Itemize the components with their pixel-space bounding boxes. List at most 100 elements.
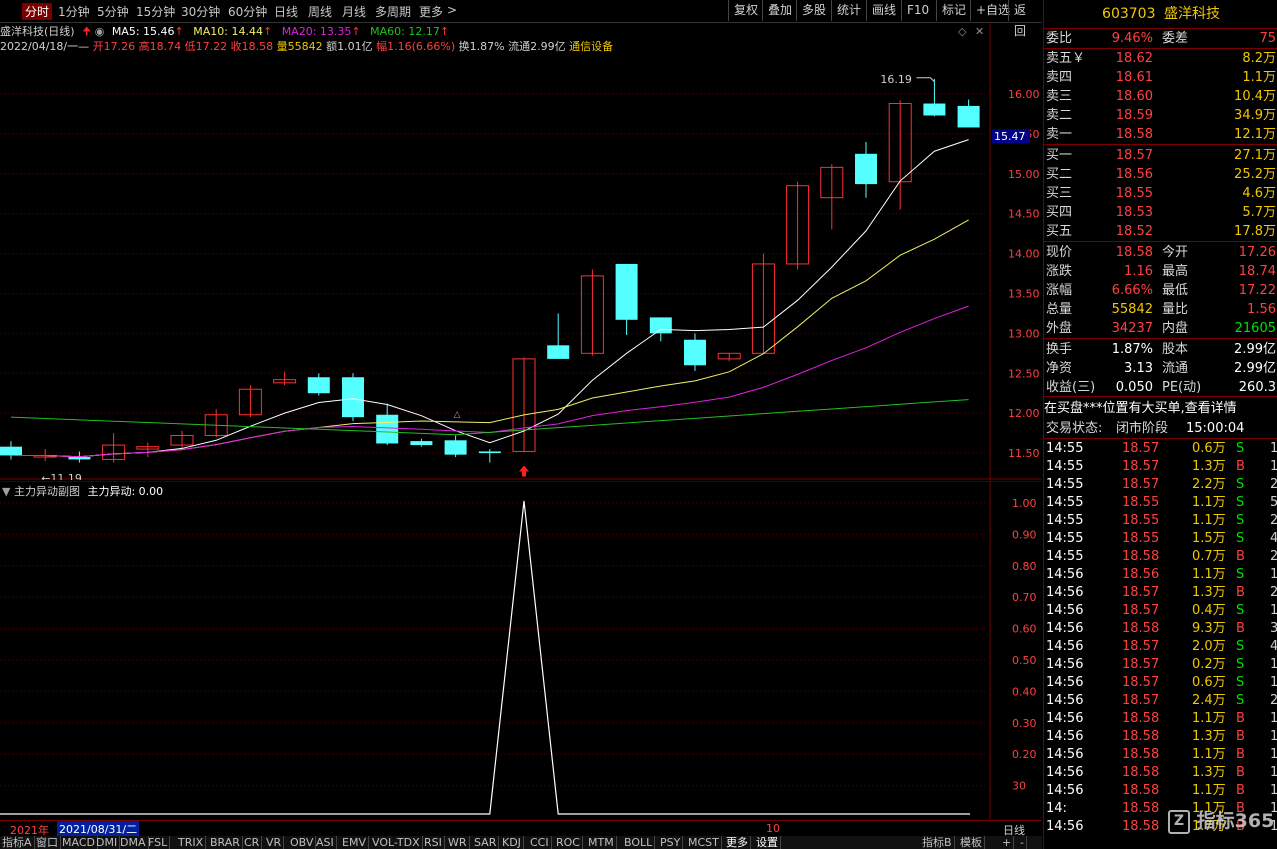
indicator-tab-18[interactable]: CCI [528,836,552,849]
sell-level-row[interactable]: 卖二 18.59 34.9万 [1044,106,1277,125]
buy-level-row[interactable]: 买四 18.53 5.7万 [1044,203,1277,222]
period-tab-daily[interactable]: 日线 [274,3,298,20]
sell-level-row[interactable]: 卖三 18.60 10.4万 [1044,87,1277,106]
period-tab-weekly[interactable]: 周线 [308,3,332,20]
tick-volume: 1.5万 [1192,531,1226,546]
sell-level-row[interactable]: 卖五￥ 18.62 8.2万 [1044,49,1277,68]
info-turnover: 换1.87% [458,40,505,53]
level-label: 卖二 [1046,108,1073,123]
mark-button[interactable]: 标记 [936,0,971,21]
level-volume: 8.2万 [1242,51,1276,66]
fundamental-row[interactable]: 净资 3.13 流通 2.99亿 [1044,359,1277,378]
zoom-in-icon[interactable]: + [1000,836,1015,849]
diamond-icon[interactable]: ◇ [958,25,966,38]
period-tab-monthly[interactable]: 月线 [342,3,366,20]
indicator-toggle-icon[interactable]: ▼ [2,485,10,498]
period-tab-1min[interactable]: 1分钟 [58,3,90,20]
period-tab-5min[interactable]: 5分钟 [97,3,129,20]
indicator-tab-19[interactable]: ROC [554,836,583,849]
indicator-tab-8[interactable]: CR [242,836,263,849]
indicator-tab-13[interactable]: VOL-TDX [370,836,423,849]
tick-volume: 0.6万 [1192,675,1226,690]
period-tab-60min[interactable]: 60分钟 [228,3,267,20]
indicator-tab-3[interactable]: DMI [94,836,121,849]
indicator-tab-7[interactable]: BRAR [208,836,243,849]
indicator-tab-23[interactable]: MCST [686,836,722,849]
indicator-tab-4[interactable]: DMA [118,836,149,849]
indicator-tab-15[interactable]: WR [446,836,470,849]
f10-button[interactable]: F10 [901,0,934,21]
stock-code: 603703 [1102,6,1156,22]
draw-line-button[interactable]: 画线 [866,0,901,21]
quote-label: 内盘 [1162,321,1189,336]
quote-row[interactable]: 涨跌 1.16 最高 18.74 [1044,262,1277,281]
quote-value: 6.66% [1111,283,1153,298]
multi-stock-button[interactable]: 多股 [796,0,831,21]
back-button[interactable]: 返回 [1008,0,1042,38]
tick-count: 1 [1270,441,1277,456]
quote-label: 外盘 [1046,321,1073,336]
period-tab-30min[interactable]: 30分钟 [181,3,220,20]
chevron-right-icon[interactable]: > [447,3,457,17]
overlay-button[interactable]: 叠加 [762,0,797,21]
tick-volume: 1.1万 [1192,711,1226,726]
settings-circle-icon[interactable]: ◉ [95,25,105,38]
indicator-tab-22[interactable]: PSY [658,836,684,849]
tick-time: 14:55 [1046,549,1084,564]
quote-row[interactable]: 外盘 34237 内盘 21605 [1044,319,1277,338]
quote-row[interactable]: 现价 18.58 今开 17.26 [1044,243,1277,262]
quote-row[interactable]: 涨幅 6.66% 最低 17.22 [1044,281,1277,300]
stats-button[interactable]: 统计 [831,0,866,21]
indicator-tab-24[interactable]: 更多 [724,836,751,849]
tick-volume: 0.2万 [1192,657,1226,672]
indicator-tab-0[interactable]: 指标A [0,836,35,849]
price-gridlines [0,93,988,454]
tick-count: 1 [1270,783,1277,798]
fundamental-row[interactable]: 收益(三) 0.050 PE(动) 260.3 [1044,378,1277,397]
level-price: 18.53 [1115,205,1153,220]
indicator-tab-1[interactable]: 窗口 [34,836,61,849]
indicator-tab-10[interactable]: OBV [288,836,317,849]
indicator-tab-6[interactable]: TRIX [176,836,207,849]
candle-body [68,457,91,460]
big-order-notice[interactable]: 在买盘***位置有大买单,查看详情 [1044,399,1277,418]
indicator-tab-14[interactable]: RSI [422,836,445,849]
indicator-tab-2[interactable]: MACD [60,836,98,849]
indicator-tab-21[interactable]: BOLL [622,836,656,849]
high-arrow-icon [916,77,935,83]
indicator-tab-26[interactable]: 指标B [920,836,955,849]
quote-row[interactable]: 总量 55842 量比 1.56 [1044,300,1277,319]
period-tab-multi[interactable]: 多周期 [375,3,411,20]
zoom-out-icon[interactable]: - [1018,836,1027,849]
tick-direction: S [1236,657,1245,672]
tick-row: 14:56 18.58 1.1万 B 1 [1044,782,1277,800]
indicator-chart[interactable]: 1.00 0.90 0.80 0.70 0.60 0.50 0.40 0.30 0.20 30 [0,481,1042,819]
indicator-tab-11[interactable]: ASI [314,836,337,849]
sell-level-row[interactable]: 卖一 18.58 12.1万 [1044,125,1277,144]
buy-level-row[interactable]: 买一 18.57 27.1万 [1044,146,1277,165]
close-icon[interactable]: ✕ [975,25,984,38]
fundamental-row[interactable]: 换手 1.87% 股本 2.99亿 [1044,340,1277,359]
indicator-tab-25[interactable]: 设置 [754,836,781,849]
candlestick-chart[interactable]: 16.0015.5015.0014.5014.0013.5013.0012.50… [0,22,1042,480]
candle-body [478,451,501,454]
indicator-tab-20[interactable]: MTM [586,836,617,849]
info-float: 流通2.99亿 [508,40,566,53]
indicator-tab-9[interactable]: VR [264,836,285,849]
indicator-tab-5[interactable]: FSL [146,836,171,849]
tick-row: 14:55 18.57 1.3万 B 1 [1044,458,1277,476]
buy-level-row[interactable]: 买二 18.56 25.2万 [1044,165,1277,184]
indicator-tab-17[interactable]: KDJ [500,836,524,849]
buy-level-row[interactable]: 买五 18.52 17.8万 [1044,222,1277,241]
sell-level-row[interactable]: 卖四 18.61 1.1万 [1044,68,1277,87]
period-tab-fenshi[interactable]: 分时 [22,3,53,20]
fuquan-button[interactable]: 复权 [728,0,763,21]
fund-label: 换手 [1046,342,1073,357]
buy-level-row[interactable]: 买三 18.55 4.6万 [1044,184,1277,203]
indicator-tab-12[interactable]: EMV [340,836,369,849]
period-tab-more[interactable]: 更多 [419,3,443,20]
indicator-tab-27[interactable]: 模板 [958,836,985,849]
indicator-tab-16[interactable]: SAR [472,836,500,849]
period-tab-15min[interactable]: 15分钟 [136,3,175,20]
ma20-label: MA20: 13.35 [281,25,352,38]
